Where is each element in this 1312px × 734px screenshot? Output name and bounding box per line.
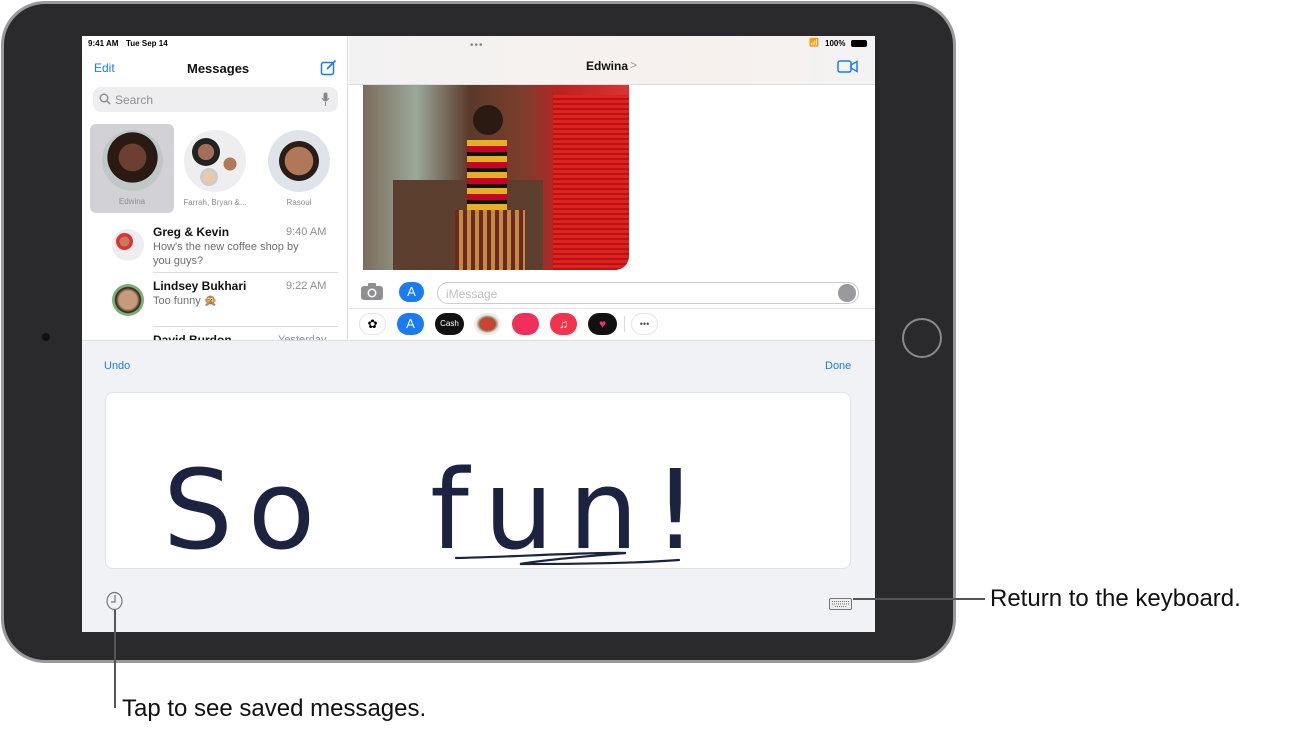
callout-line-saved bbox=[114, 610, 116, 708]
handwritten-underline bbox=[454, 551, 681, 566]
callout-saved: Tap to see saved messages. bbox=[122, 695, 427, 722]
callout-line-keyboard bbox=[853, 598, 985, 600]
ink-underline bbox=[454, 551, 681, 566]
callout-keyboard: Return to the keyboard. bbox=[990, 585, 1241, 612]
